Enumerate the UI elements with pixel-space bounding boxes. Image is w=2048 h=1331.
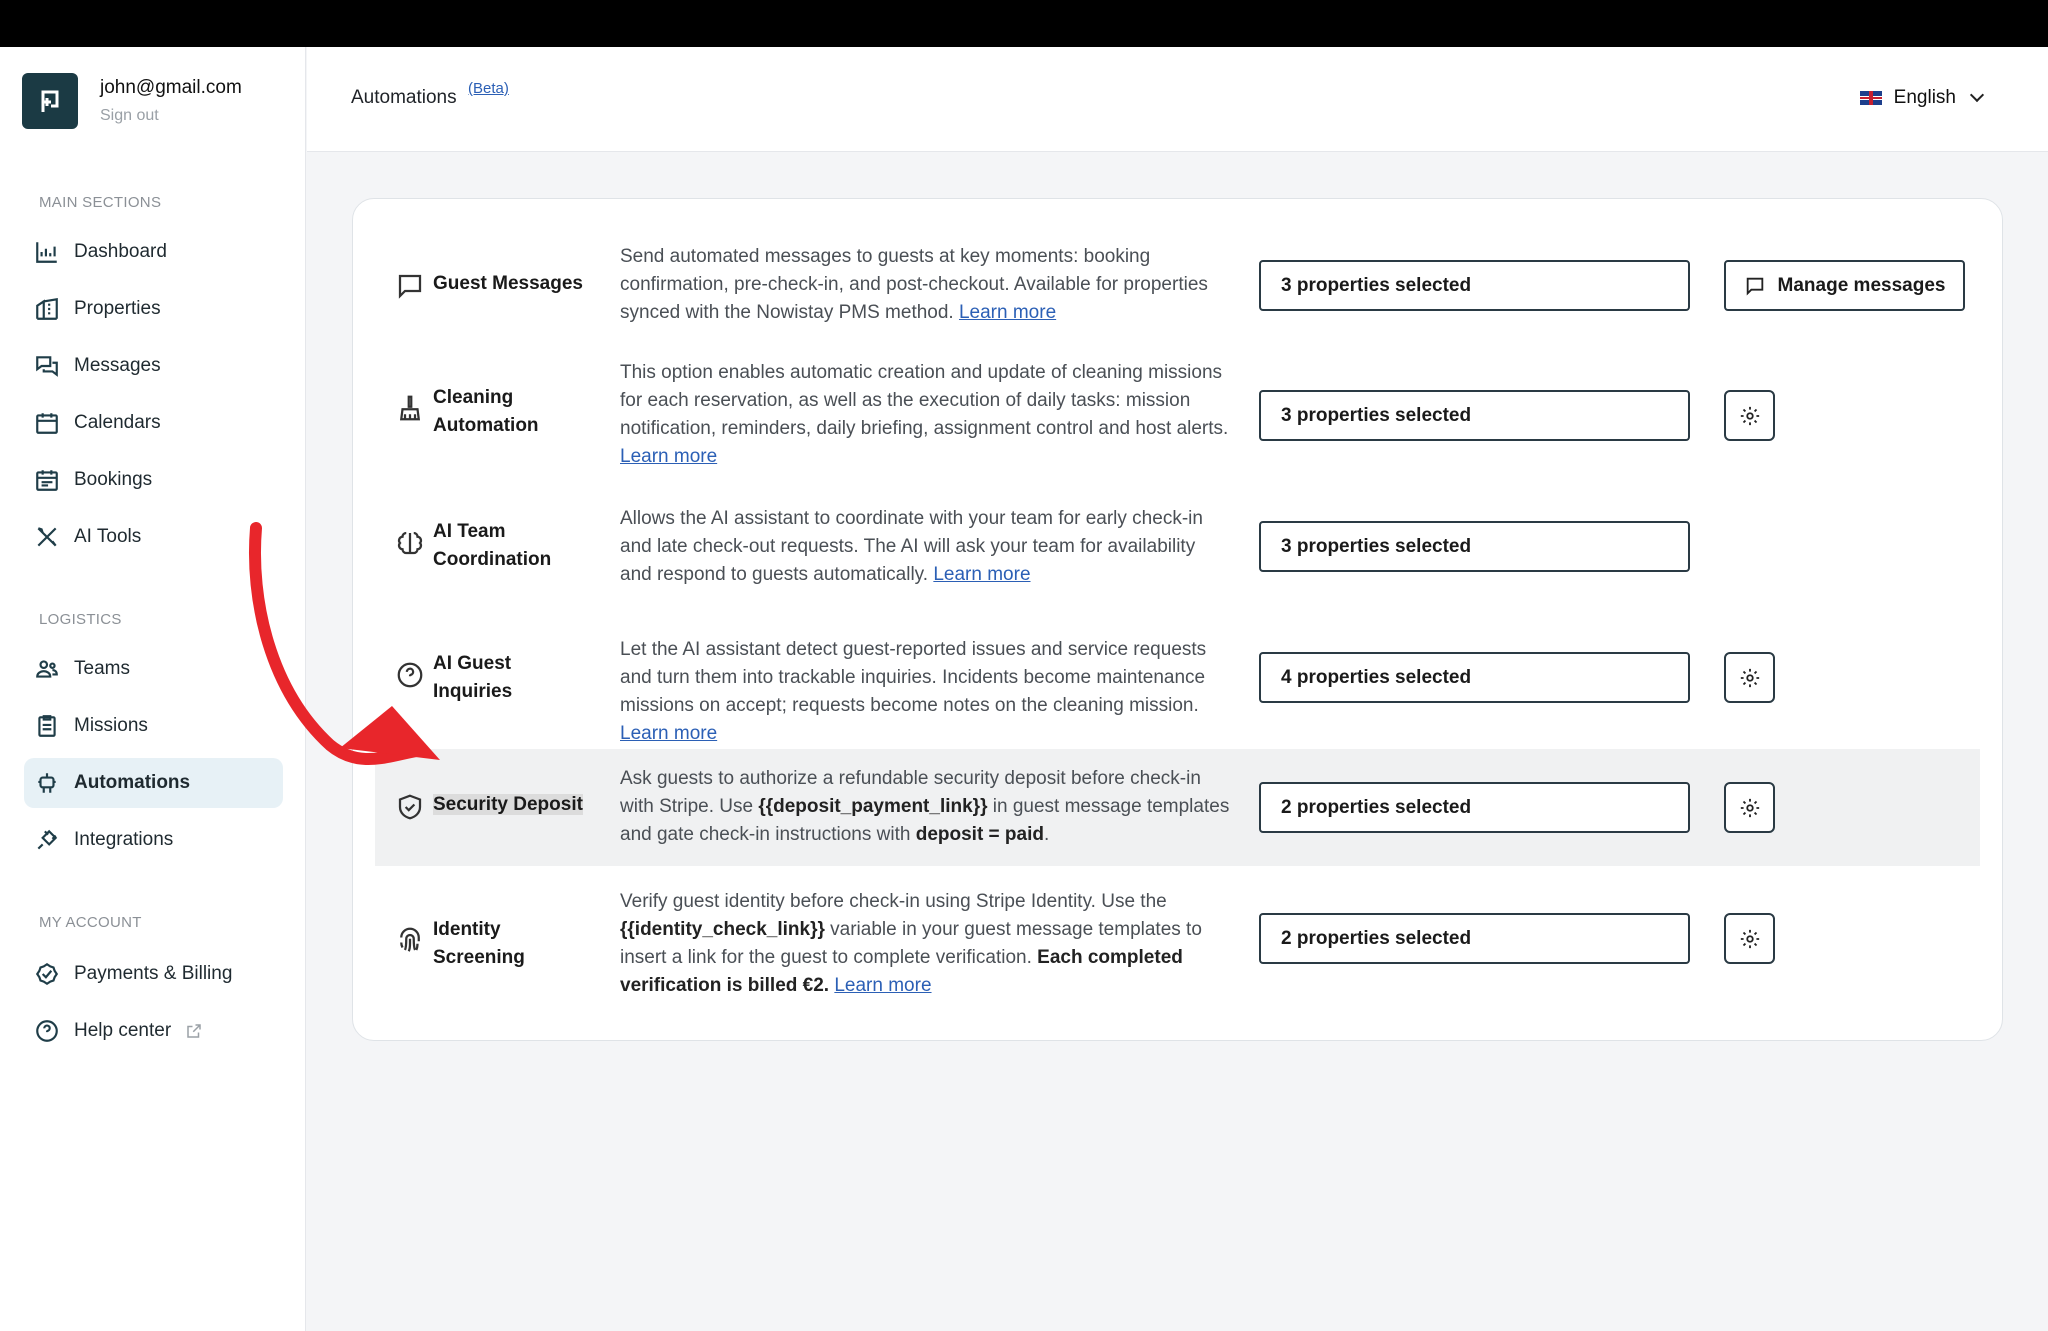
gear-icon bbox=[1740, 798, 1759, 817]
account-email: john@gmail.com bbox=[100, 77, 242, 98]
learn-more-link[interactable]: Learn more bbox=[620, 723, 717, 744]
question-circle-icon bbox=[393, 658, 427, 692]
automation-row-cleaning: Cleaning Automation This option enables … bbox=[375, 320, 1980, 467]
learn-more-link[interactable]: Learn more bbox=[620, 446, 717, 467]
brain-icon bbox=[393, 526, 427, 560]
sidebar-item-calendars[interactable]: Calendars bbox=[24, 398, 283, 448]
sidebar-item-label: Payments & Billing bbox=[74, 963, 233, 984]
logo-mark-icon bbox=[41, 90, 59, 112]
gear-icon bbox=[1740, 406, 1759, 425]
beta-link[interactable]: (Beta) bbox=[468, 80, 509, 97]
page-header: Automations (Beta) English bbox=[307, 47, 2048, 152]
app-logo[interactable] bbox=[22, 73, 78, 129]
properties-select[interactable]: 4 properties selected bbox=[1259, 652, 1690, 703]
settings-button[interactable] bbox=[1724, 913, 1775, 964]
sidebar-item-help-center[interactable]: Help center bbox=[24, 1006, 283, 1056]
automation-row-ai-guest-inquiries: AI Guest Inquiries Let the AI assistant … bbox=[375, 596, 1980, 749]
settings-button[interactable] bbox=[1724, 652, 1775, 703]
team-icon bbox=[32, 654, 62, 684]
language-selector[interactable]: English bbox=[1859, 87, 1985, 109]
automation-name: Cleaning Automation bbox=[433, 387, 539, 436]
bookings-icon bbox=[32, 465, 62, 495]
automation-description: This option enables automatic creation a… bbox=[620, 362, 1229, 467]
properties-select[interactable]: 3 properties selected bbox=[1259, 260, 1690, 311]
shield-check-icon bbox=[393, 790, 427, 824]
properties-select[interactable]: 2 properties selected bbox=[1259, 913, 1690, 964]
sidebar-item-label: Automations bbox=[74, 772, 191, 793]
top-black-bar bbox=[0, 0, 2048, 47]
sidebar-item-label: Calendars bbox=[74, 412, 161, 433]
sidebar-item-teams[interactable]: Teams bbox=[24, 644, 283, 694]
learn-more-link[interactable]: Learn more bbox=[834, 975, 931, 996]
account-block: john@gmail.com Sign out bbox=[22, 73, 242, 129]
chat-icon bbox=[32, 351, 62, 381]
building-icon bbox=[32, 294, 62, 324]
sidebar-item-label: Integrations bbox=[74, 829, 174, 850]
properties-select[interactable]: 3 properties selected bbox=[1259, 390, 1690, 441]
automation-row-ai-team: AI Team Coordination Allows the AI assis… bbox=[375, 465, 1980, 596]
sidebar-item-label: Messages bbox=[74, 355, 161, 376]
properties-select[interactable]: 3 properties selected bbox=[1259, 521, 1690, 572]
message-icon bbox=[1746, 277, 1763, 296]
sidebar-item-ai-tools[interactable]: AI Tools bbox=[24, 512, 283, 562]
automation-description: Send automated messages to guests at key… bbox=[620, 246, 1208, 323]
gear-icon bbox=[1740, 668, 1759, 687]
broom-icon bbox=[393, 391, 427, 425]
automation-description: Verify guest identity before check-in us… bbox=[620, 891, 1202, 996]
automation-name: AI Team Coordination bbox=[433, 521, 552, 570]
sidebar-item-label: AI Tools bbox=[74, 526, 142, 547]
automation-name: AI Guest Inquiries bbox=[433, 653, 513, 702]
calendar-icon bbox=[32, 408, 62, 438]
section-title-main: MAIN SECTIONS bbox=[39, 194, 162, 211]
settings-button[interactable] bbox=[1724, 390, 1775, 441]
automation-row-security-deposit: Security Deposit Ask guests to authorize… bbox=[375, 749, 1980, 866]
clipboard-icon bbox=[32, 711, 62, 741]
message-square-icon bbox=[393, 269, 427, 303]
automation-row-identity-screening: Identity Screening Verify guest identity… bbox=[375, 866, 1980, 1016]
automation-description: Ask guests to authorize a refundable sec… bbox=[620, 768, 1230, 845]
sidebar-item-integrations[interactable]: Integrations bbox=[24, 815, 283, 865]
sidebar-item-missions[interactable]: Missions bbox=[24, 701, 283, 751]
sidebar-item-dashboard[interactable]: Dashboard bbox=[24, 227, 283, 277]
section-title-logistics: LOGISTICS bbox=[39, 611, 122, 628]
sidebar-item-messages[interactable]: Messages bbox=[24, 341, 283, 391]
automation-row-guest-messages: Guest Messages Send automated messages t… bbox=[375, 199, 1980, 323]
help-icon bbox=[32, 1016, 62, 1046]
sidebar-item-label: Properties bbox=[74, 298, 161, 319]
sidebar-item-label: Teams bbox=[74, 658, 130, 679]
language-label: English bbox=[1893, 87, 1956, 108]
learn-more-link[interactable]: Learn more bbox=[933, 564, 1030, 585]
automation-description: Let the AI assistant detect guest-report… bbox=[620, 639, 1207, 744]
automations-card: Guest Messages Send automated messages t… bbox=[352, 198, 2003, 1041]
sidebar-item-label: Missions bbox=[74, 715, 148, 736]
sign-out-link[interactable]: Sign out bbox=[100, 107, 242, 125]
chart-icon bbox=[32, 237, 62, 267]
automation-description: Allows the AI assistant to coordinate wi… bbox=[620, 508, 1203, 585]
sidebar-item-bookings[interactable]: Bookings bbox=[24, 455, 283, 505]
sidebar-item-label: Bookings bbox=[74, 469, 153, 490]
robot-icon bbox=[32, 768, 62, 798]
automation-name: Guest Messages bbox=[433, 273, 583, 294]
section-title-account: MY ACCOUNT bbox=[39, 914, 142, 931]
page-title: Automations bbox=[351, 87, 457, 108]
sidebar-item-properties[interactable]: Properties bbox=[24, 284, 283, 334]
automation-name: Identity Screening bbox=[433, 919, 525, 968]
gear-icon bbox=[1740, 929, 1759, 948]
manage-messages-button[interactable]: Manage messages bbox=[1724, 260, 1965, 311]
settings-button[interactable] bbox=[1724, 782, 1775, 833]
chevron-down-icon bbox=[1969, 87, 1985, 103]
uk-flag-icon bbox=[1859, 91, 1882, 105]
properties-select[interactable]: 2 properties selected bbox=[1259, 782, 1690, 833]
sidebar-item-label: Help center bbox=[74, 1020, 172, 1041]
tools-icon bbox=[32, 522, 62, 552]
fingerprint-icon bbox=[393, 923, 427, 957]
sidebar-item-payments-billing[interactable]: Payments & Billing bbox=[24, 949, 283, 999]
badge-check-icon bbox=[32, 959, 62, 989]
automation-name: Security Deposit bbox=[433, 794, 583, 815]
external-link-icon bbox=[185, 1022, 203, 1040]
sidebar: john@gmail.com Sign out MAIN SECTIONS Da… bbox=[0, 47, 306, 1331]
sidebar-item-label: Dashboard bbox=[74, 241, 167, 262]
sidebar-item-automations[interactable]: Automations bbox=[24, 758, 283, 808]
plug-icon bbox=[32, 825, 62, 855]
